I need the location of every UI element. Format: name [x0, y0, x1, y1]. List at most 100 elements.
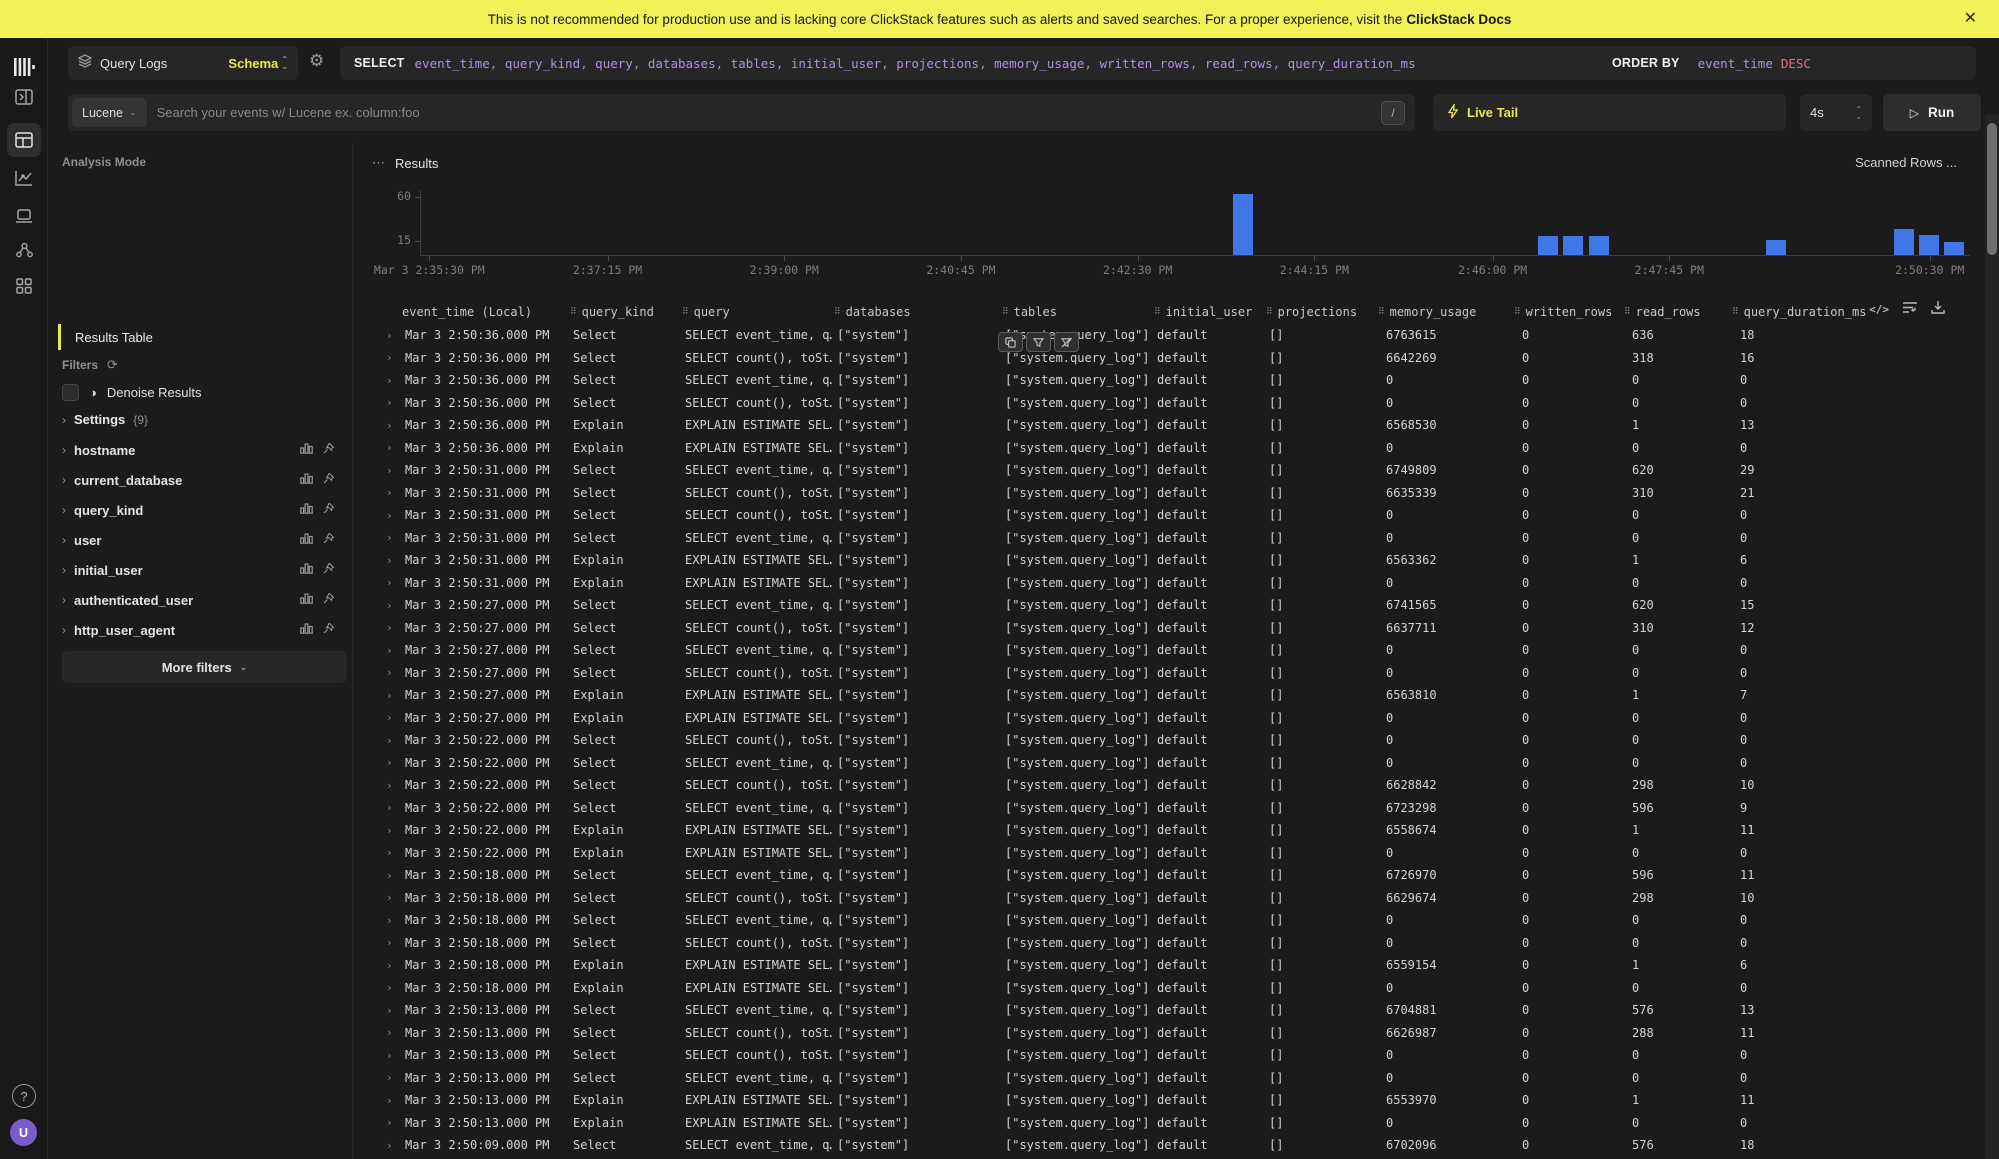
expand-row-icon[interactable]: ›	[380, 959, 400, 972]
expand-row-icon[interactable]: ›	[380, 509, 400, 522]
expand-row-icon[interactable]: ›	[380, 374, 400, 387]
table-row[interactable]: ›Mar 3 2:50:31.000 PMSelectSELECT event_…	[380, 459, 1940, 482]
schema-button[interactable]: Schema ⌃⌄	[228, 56, 288, 71]
expand-row-icon[interactable]: ›	[380, 891, 400, 904]
table-row[interactable]: ›Mar 3 2:50:36.000 PMSelectSELECT event_…	[380, 369, 1940, 392]
column-header-projections[interactable]: ⠿projections	[1264, 305, 1376, 319]
pin-icon[interactable]	[322, 532, 335, 548]
chart-bar[interactable]	[1894, 229, 1914, 255]
help-icon[interactable]: ?	[12, 1084, 36, 1108]
filter-include-icon[interactable]	[1026, 332, 1051, 352]
order-by-input[interactable]: ORDER BY event_time DESC	[1598, 46, 1976, 80]
expand-row-icon[interactable]: ›	[380, 869, 400, 882]
column-drag-handle-icon[interactable]: ⠿	[1154, 307, 1161, 317]
table-row[interactable]: ›Mar 3 2:50:31.000 PMSelectSELECT count(…	[380, 482, 1940, 505]
expand-row-icon[interactable]: ›	[380, 644, 400, 657]
collapse-sidebar-icon[interactable]	[7, 80, 41, 114]
expand-row-icon[interactable]: ›	[380, 846, 400, 859]
select-clause-input[interactable]: SELECT event_time, query_kind, query, da…	[340, 46, 1629, 80]
pin-icon[interactable]	[322, 442, 335, 458]
table-row[interactable]: ›Mar 3 2:50:18.000 PMSelectSELECT count(…	[380, 932, 1940, 955]
column-header-initial_user[interactable]: ⠿initial_user	[1152, 305, 1264, 319]
pin-icon[interactable]	[322, 502, 335, 518]
table-row[interactable]: ›Mar 3 2:50:22.000 PMExplainEXPLAIN ESTI…	[380, 842, 1940, 865]
table-row[interactable]: ›Mar 3 2:50:27.000 PMSelectSELECT event_…	[380, 639, 1940, 662]
expand-row-icon[interactable]: ›	[380, 621, 400, 634]
results-table-mode[interactable]: Results Table	[58, 324, 328, 350]
expand-row-icon[interactable]: ›	[380, 1116, 400, 1129]
chart-bar[interactable]	[1919, 235, 1939, 255]
expand-row-icon[interactable]: ›	[380, 981, 400, 994]
bar-chart-icon[interactable]	[300, 592, 313, 608]
column-header-memory_usage[interactable]: ⠿memory_usage	[1376, 305, 1512, 319]
column-header-written_rows[interactable]: ⠿written_rows	[1512, 305, 1622, 319]
bar-chart-icon[interactable]	[300, 502, 313, 518]
expand-row-icon[interactable]: ›	[380, 396, 400, 409]
apps-grid-icon[interactable]	[7, 269, 41, 303]
chart-bar[interactable]	[1766, 240, 1786, 255]
table-row[interactable]: ›Mar 3 2:50:18.000 PMExplainEXPLAIN ESTI…	[380, 954, 1940, 977]
live-tail-button[interactable]: Live Tail	[1433, 94, 1786, 131]
table-row[interactable]: ›Mar 3 2:50:36.000 PMSelectSELECT count(…	[380, 392, 1940, 415]
table-row[interactable]: ›Mar 3 2:50:18.000 PMSelectSELECT count(…	[380, 887, 1940, 910]
table-row[interactable]: ›Mar 3 2:50:36.000 PMSelectSELECT count(…	[380, 347, 1940, 370]
table-row[interactable]: ›Mar 3 2:50:31.000 PMSelectSELECT count(…	[380, 504, 1940, 527]
drag-handle-icon[interactable]: ⋯	[372, 155, 386, 171]
expand-row-icon[interactable]: ›	[380, 351, 400, 364]
table-row[interactable]: ›Mar 3 2:50:27.000 PMSelectSELECT event_…	[380, 594, 1940, 617]
table-row[interactable]: ›Mar 3 2:50:27.000 PMSelectSELECT count(…	[380, 617, 1940, 640]
column-drag-handle-icon[interactable]: ⠿	[834, 307, 841, 317]
more-filters-button[interactable]: More filters ⌄	[62, 651, 347, 683]
chart-bar[interactable]	[1589, 236, 1609, 255]
chart-bar[interactable]	[1233, 194, 1253, 255]
column-header-query[interactable]: ⠿query	[680, 305, 832, 319]
code-view-icon[interactable]: </>	[1869, 303, 1889, 316]
column-drag-handle-icon[interactable]: ⠿	[1378, 307, 1385, 317]
table-row[interactable]: ›Mar 3 2:50:13.000 PMSelectSELECT event_…	[380, 1067, 1940, 1090]
filter-item-initial_user[interactable]: › initial_user	[48, 555, 353, 585]
bar-chart-icon[interactable]	[300, 532, 313, 548]
interval-select[interactable]: 4s ⌃⌄	[1800, 94, 1872, 131]
table-row[interactable]: ›Mar 3 2:50:18.000 PMSelectSELECT event_…	[380, 909, 1940, 932]
pin-icon[interactable]	[322, 562, 335, 578]
expand-row-icon[interactable]: ›	[380, 599, 400, 612]
table-row[interactable]: ›Mar 3 2:50:27.000 PMExplainEXPLAIN ESTI…	[380, 707, 1940, 730]
source-selector[interactable]: Query Logs Schema ⌃⌄	[68, 46, 298, 80]
expand-row-icon[interactable]: ›	[380, 531, 400, 544]
pin-icon[interactable]	[322, 472, 335, 488]
column-header-tables[interactable]: ⠿tables	[1000, 305, 1152, 319]
banner-docs-link[interactable]: ClickStack Docs	[1406, 12, 1511, 27]
bar-chart-icon[interactable]	[300, 562, 313, 578]
table-row[interactable]: ›Mar 3 2:50:31.000 PMExplainEXPLAIN ESTI…	[380, 549, 1940, 572]
clickhouse-logo[interactable]	[7, 50, 41, 84]
close-icon[interactable]: ✕	[1964, 8, 1977, 28]
column-drag-handle-icon[interactable]: ⠿	[682, 307, 689, 317]
column-header-event_timeocal[interactable]: event_time (Local)	[400, 305, 568, 319]
table-row[interactable]: ›Mar 3 2:50:22.000 PMSelectSELECT event_…	[380, 797, 1940, 820]
expand-row-icon[interactable]: ›	[380, 801, 400, 814]
filter-item-query_kind[interactable]: › query_kind	[48, 495, 353, 525]
expand-row-icon[interactable]: ›	[380, 329, 400, 342]
table-row[interactable]: ›Mar 3 2:50:27.000 PMExplainEXPLAIN ESTI…	[380, 684, 1940, 707]
table-row[interactable]: ›Mar 3 2:50:22.000 PMSelectSELECT count(…	[380, 774, 1940, 797]
vertical-scrollbar[interactable]	[1985, 115, 1999, 1159]
expand-row-icon[interactable]: ›	[380, 1071, 400, 1084]
expand-row-icon[interactable]: ›	[380, 486, 400, 499]
expand-row-icon[interactable]: ›	[380, 1094, 400, 1107]
expand-row-icon[interactable]: ›	[380, 464, 400, 477]
table-row[interactable]: ›Mar 3 2:50:13.000 PMSelectSELECT count(…	[380, 1022, 1940, 1045]
table-row[interactable]: ›Mar 3 2:50:31.000 PMSelectSELECT event_…	[380, 527, 1940, 550]
expand-row-icon[interactable]: ›	[380, 441, 400, 454]
chart-bar[interactable]	[1538, 236, 1558, 255]
expand-row-icon[interactable]: ›	[380, 1026, 400, 1039]
column-drag-handle-icon[interactable]: ⠿	[570, 307, 577, 317]
gear-icon[interactable]: ⚙	[309, 52, 324, 69]
chart-view-icon[interactable]	[7, 161, 41, 195]
column-drag-handle-icon[interactable]: ⠿	[1514, 307, 1521, 317]
expand-row-icon[interactable]: ›	[380, 554, 400, 567]
column-header-databases[interactable]: ⠿databases	[832, 305, 1000, 319]
table-row[interactable]: ›Mar 3 2:50:22.000 PMSelectSELECT event_…	[380, 752, 1940, 775]
expand-row-icon[interactable]: ›	[380, 824, 400, 837]
user-avatar[interactable]: U	[10, 1119, 37, 1146]
run-button[interactable]: ▷ Run	[1883, 94, 1981, 131]
